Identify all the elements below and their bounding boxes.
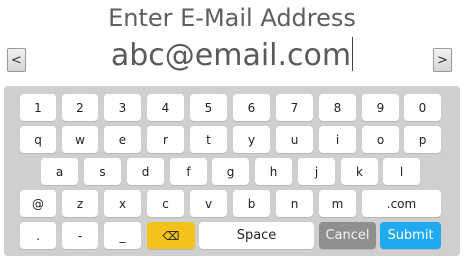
- key-i[interactable]: i: [319, 126, 356, 153]
- key-e[interactable]: e: [104, 126, 141, 153]
- key-o[interactable]: o: [362, 126, 399, 153]
- key-x[interactable]: x: [104, 190, 141, 217]
- key-h[interactable]: h: [255, 158, 292, 185]
- key-underscore[interactable]: _: [104, 222, 141, 249]
- key-f[interactable]: f: [170, 158, 207, 185]
- key-z[interactable]: z: [62, 190, 98, 217]
- key-g[interactable]: g: [212, 158, 249, 185]
- key-s[interactable]: s: [84, 158, 121, 185]
- key-1[interactable]: 1: [20, 94, 56, 121]
- key-dash[interactable]: -: [62, 222, 98, 249]
- space-button[interactable]: Space: [199, 222, 314, 249]
- key-2[interactable]: 2: [62, 94, 98, 121]
- key-4[interactable]: 4: [147, 94, 184, 121]
- key-9[interactable]: 9: [362, 94, 399, 121]
- text-caret: [352, 37, 354, 71]
- key-dot-com[interactable]: .com: [362, 190, 441, 217]
- key-at[interactable]: @: [20, 190, 56, 217]
- key-a[interactable]: a: [41, 158, 78, 185]
- key-w[interactable]: w: [62, 126, 98, 153]
- key-b[interactable]: b: [233, 190, 270, 217]
- cancel-button[interactable]: Cancel: [319, 222, 376, 249]
- key-8[interactable]: 8: [319, 94, 356, 121]
- key-d[interactable]: d: [127, 158, 164, 185]
- key-v[interactable]: v: [190, 190, 227, 217]
- backspace-icon: ⌫: [162, 228, 180, 243]
- key-n[interactable]: n: [276, 190, 313, 217]
- key-l[interactable]: l: [383, 158, 420, 185]
- on-screen-keyboard: 1 2 3 4 5 6 7 8 9 0 q w e r t y u i o p …: [4, 86, 460, 256]
- key-y[interactable]: y: [233, 126, 270, 153]
- submit-button[interactable]: Submit: [380, 222, 441, 249]
- key-j[interactable]: j: [298, 158, 335, 185]
- backspace-button[interactable]: ⌫: [147, 222, 195, 249]
- key-p[interactable]: p: [404, 126, 441, 153]
- key-k[interactable]: k: [341, 158, 378, 185]
- key-c[interactable]: c: [147, 190, 184, 217]
- key-period[interactable]: .: [20, 222, 56, 249]
- email-input-row: < abc@email.com >: [0, 36, 464, 80]
- email-field[interactable]: abc@email.com: [0, 36, 464, 76]
- key-u[interactable]: u: [276, 126, 313, 153]
- key-q[interactable]: q: [20, 126, 56, 153]
- key-0[interactable]: 0: [404, 94, 441, 121]
- key-7[interactable]: 7: [276, 94, 313, 121]
- key-r[interactable]: r: [147, 126, 184, 153]
- cursor-right-button[interactable]: >: [433, 48, 452, 72]
- email-field-value: abc@email.com: [110, 38, 352, 73]
- key-t[interactable]: t: [190, 126, 227, 153]
- key-6[interactable]: 6: [233, 94, 270, 121]
- key-5[interactable]: 5: [190, 94, 227, 121]
- key-3[interactable]: 3: [104, 94, 141, 121]
- page-title: Enter E-Mail Address: [108, 4, 356, 32]
- key-m[interactable]: m: [319, 190, 356, 217]
